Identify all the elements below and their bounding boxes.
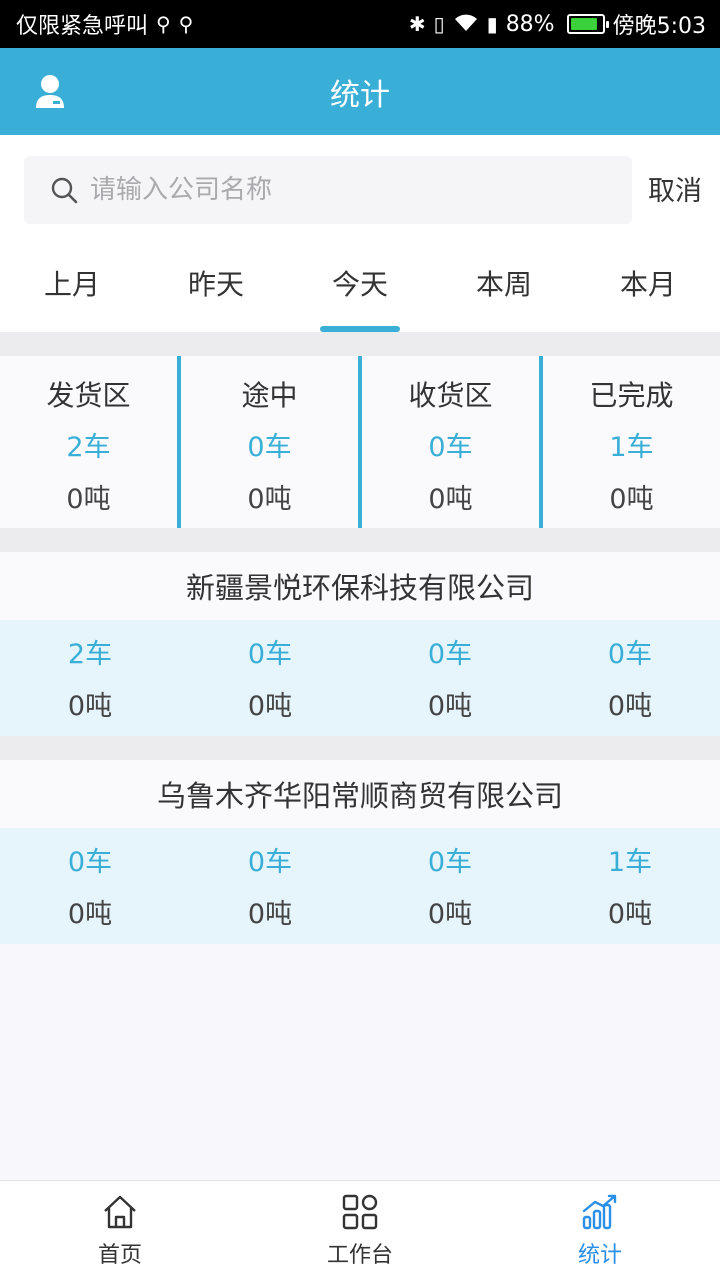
summary-receiving-area[interactable]: 收货区 0车 0吨 — [362, 356, 543, 528]
status-carrier-text: 仅限紧急呼叫 — [16, 14, 149, 39]
tab-today[interactable]: 今天 — [288, 240, 432, 332]
stat-cars: 0车 — [247, 639, 293, 670]
nav-workbench[interactable]: 工作台 — [240, 1181, 480, 1280]
tab-label: 本月 — [619, 268, 676, 301]
stat-tons: 0吨 — [607, 691, 653, 722]
stat-cars: 0车 — [607, 639, 653, 670]
stat-tons: 0吨 — [247, 691, 293, 722]
user-icon — [36, 75, 64, 108]
company-stat-shipping: 2车 0吨 — [0, 620, 180, 736]
summary-tons: 0吨 — [247, 483, 292, 515]
tab-label: 上月 — [43, 268, 100, 301]
nav-label: 首页 — [97, 1242, 142, 1268]
tab-label: 昨天 — [187, 268, 244, 301]
company-stats: 0车 0吨 0车 0吨 0车 0吨 1车 0吨 — [0, 828, 720, 944]
alert-battery-icon: ▮ — [486, 12, 498, 36]
company-name: 乌鲁木齐华阳常顺商贸有限公司 — [0, 760, 720, 828]
stat-cars: 0车 — [427, 639, 473, 670]
app-bar: 统计 — [0, 48, 720, 135]
company-stat-completed: 1车 0吨 — [540, 828, 720, 944]
stat-cars: 0车 — [427, 847, 473, 878]
nav-statistics[interactable]: 统计 — [480, 1181, 720, 1280]
chart-icon — [582, 1194, 617, 1229]
summary-label: 途中 — [241, 379, 298, 412]
tab-last-month[interactable]: 上月 — [0, 240, 144, 332]
summary-tons: 0吨 — [428, 483, 473, 515]
company-stat-receiving: 0车 0吨 — [360, 620, 540, 736]
stat-cars: 1车 — [607, 847, 653, 878]
stat-tons: 0吨 — [427, 691, 473, 722]
stat-cars: 2车 — [67, 639, 113, 670]
tab-this-month[interactable]: 本月 — [576, 240, 720, 332]
section-divider — [0, 528, 720, 552]
company-stat-transit: 0车 0吨 — [180, 828, 360, 944]
summary-tons: 0吨 — [609, 483, 654, 515]
tab-label: 今天 — [331, 268, 388, 301]
nav-label: 工作台 — [326, 1242, 393, 1268]
tab-this-week[interactable]: 本周 — [432, 240, 576, 332]
search-row: 取消 — [0, 135, 720, 240]
summary-cars: 1车 — [609, 432, 654, 464]
stat-cars: 0车 — [247, 847, 293, 878]
status-time: 傍晚5:03 — [612, 14, 706, 39]
company-card[interactable]: 乌鲁木齐华阳常顺商贸有限公司 0车 0吨 0车 0吨 0车 0吨 1车 0吨 — [0, 760, 720, 944]
company-stat-shipping: 0车 0吨 — [0, 828, 180, 944]
summary-label: 发货区 — [46, 379, 131, 412]
company-stats: 2车 0吨 0车 0吨 0车 0吨 0车 0吨 — [0, 620, 720, 736]
company-card[interactable]: 新疆景悦环保科技有限公司 2车 0吨 0车 0吨 0车 0吨 0车 0吨 — [0, 552, 720, 736]
status-bar: 仅限紧急呼叫 ⚲ ⚲ ✱ ▯ ▮ 88% 傍晚5:03 — [0, 0, 720, 48]
bottom-nav: 首页 工作台 统计 — [0, 1180, 720, 1280]
summary-cars: 0车 — [428, 432, 473, 464]
summary-label: 已完成 — [589, 379, 674, 412]
summary-completed[interactable]: 已完成 1车 0吨 — [543, 356, 720, 528]
tab-yesterday[interactable]: 昨天 — [144, 240, 288, 332]
stat-tons: 0吨 — [67, 899, 113, 930]
date-tabs: 上月 昨天 今天 本周 本月 — [0, 240, 720, 332]
user-profile-button[interactable] — [30, 72, 70, 112]
usb-icon: ⚲ — [178, 12, 194, 36]
grid-icon — [342, 1194, 378, 1229]
search-box[interactable] — [24, 156, 632, 224]
nav-label: 统计 — [577, 1242, 622, 1268]
page-title: 统计 — [330, 77, 390, 113]
vibrate-icon: ▯ — [433, 12, 445, 36]
search-input[interactable] — [90, 175, 610, 205]
usb-icon: ⚲ — [156, 12, 171, 36]
summary-cars: 2车 — [66, 432, 111, 464]
company-stat-receiving: 0车 0吨 — [360, 828, 540, 944]
company-name: 新疆景悦环保科技有限公司 — [0, 552, 720, 620]
company-stat-completed: 0车 0吨 — [540, 620, 720, 736]
summary-cars: 0车 — [247, 432, 292, 464]
stat-tons: 0吨 — [607, 899, 653, 930]
summary-label: 收货区 — [408, 379, 493, 412]
bluetooth-icon: ✱ — [408, 12, 426, 36]
home-icon — [104, 1195, 136, 1228]
battery-icon — [566, 14, 609, 34]
battery-percent: 88% — [505, 11, 555, 37]
stat-cars: 0车 — [67, 847, 113, 878]
stat-tons: 0吨 — [247, 899, 293, 930]
summary-tons: 0吨 — [66, 483, 111, 515]
summary-shipping-area[interactable]: 发货区 2车 0吨 — [0, 356, 181, 528]
nav-home[interactable]: 首页 — [0, 1181, 240, 1280]
stat-tons: 0吨 — [427, 899, 473, 930]
summary-panel: 发货区 2车 0吨 途中 0车 0吨 收货区 0车 0吨 已完成 1车 0吨 — [0, 356, 720, 528]
tab-label: 本周 — [475, 268, 532, 301]
section-divider — [0, 332, 720, 356]
search-icon — [51, 177, 78, 204]
cancel-button[interactable]: 取消 — [648, 169, 702, 208]
company-stat-transit: 0车 0吨 — [180, 620, 360, 736]
stat-tons: 0吨 — [67, 691, 113, 722]
summary-in-transit[interactable]: 途中 0车 0吨 — [181, 356, 362, 528]
wifi-icon — [453, 13, 479, 36]
section-divider — [0, 736, 720, 760]
